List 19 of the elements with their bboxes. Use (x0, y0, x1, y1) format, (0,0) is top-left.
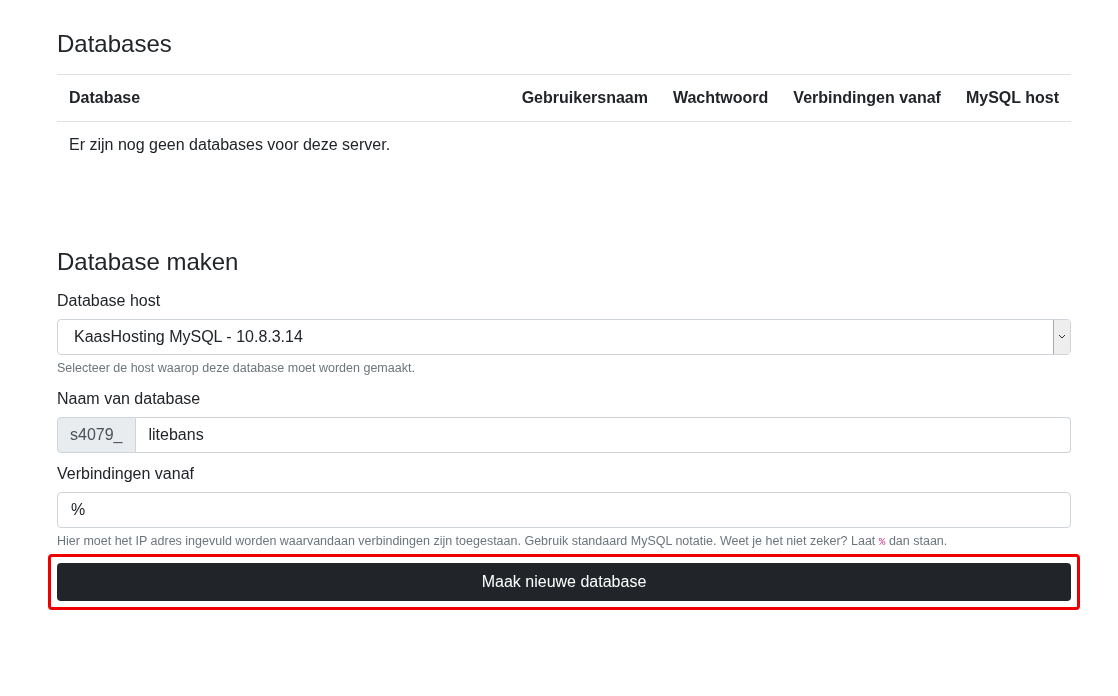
help-text: Selecteer de host waarop deze database moet worden gemaakt. (57, 360, 416, 377)
input-field[interactable]: litebans (135, 416, 1071, 453)
section-title: Database maken (57, 248, 240, 276)
column-header: MySQL host (965, 89, 1059, 107)
name-prefix: s4079_ (57, 416, 136, 453)
field-label: Verbindingen vanaf (57, 464, 195, 483)
field-label: Database host (57, 292, 162, 310)
column-header: Gebruikersnaam (521, 89, 648, 107)
input-field[interactable]: % (57, 491, 1071, 528)
host-select[interactable]: KaasHosting MySQL - 10.8.3.14 (57, 319, 1071, 355)
column-header: Wachtwoord (672, 89, 769, 107)
submit-button[interactable]: Maak nieuwe database (57, 562, 1071, 601)
column-header: Verbindingen vanaf (793, 89, 941, 107)
empty-message: Er zijn nog geen databases voor deze server. (68, 135, 392, 155)
column-header: Database (69, 89, 142, 107)
help-text: Hier moet het IP adres ingevuld worden waarvandaan verbindingen zijn toegestaan. Gebruik standaard MySQL notatie. Weet je het niet zeker? Laat % dan staan. (57, 532, 949, 550)
field-label: Naam van database (57, 389, 202, 408)
section-title: Databases (57, 30, 173, 58)
caret-icon (1053, 320, 1070, 354)
